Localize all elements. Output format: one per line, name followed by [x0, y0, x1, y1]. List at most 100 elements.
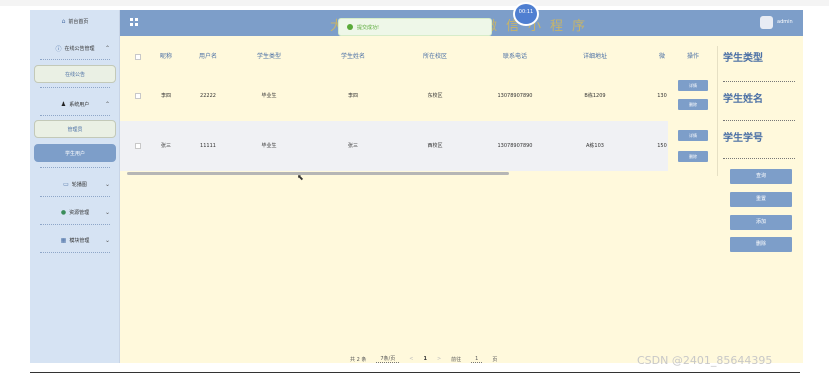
grid-icon: ▦ [60, 236, 67, 244]
cell-wx: 150 [657, 143, 667, 149]
sidebar-group-announcements[interactable]: ⓘ 在线公告管理 ⌃ [30, 38, 120, 58]
avatar[interactable] [760, 16, 773, 29]
browser-edge [0, 0, 829, 6]
chevron-up-icon: ⌃ [104, 44, 110, 52]
cell-username: 22222 [200, 93, 216, 99]
sidebar-item-home[interactable]: ⌂ 前台首页 [30, 11, 120, 31]
sidebar-item-label: 学生用户 [64, 150, 85, 157]
table-header: 昵称 用户名 学生类型 学生姓名 所在校区 联系电话 详细地址 微 [120, 46, 668, 68]
chevron-down-icon: ⌄ [104, 208, 110, 216]
leaf-icon: ● [60, 208, 67, 216]
sidebar-item-label: 在线公告 [64, 71, 85, 78]
main-content: 昵称 用户名 学生类型 学生姓名 所在校区 联系电话 详细地址 微 李四 222… [120, 36, 803, 363]
divider [40, 252, 110, 253]
sidebar-group-carousel[interactable]: ▭ 轮播图 ⌄ [30, 174, 120, 194]
filter-input-type[interactable] [723, 81, 795, 82]
detail-button[interactable]: 详情 [678, 130, 708, 141]
detail-button[interactable]: 详情 [678, 80, 708, 91]
cell-nickname: 张三 [160, 143, 171, 149]
table-row: 张三 11111 毕业生 张三 西校区 13078907890 A栋103 15… [120, 121, 668, 171]
col-address: 详细地址 [582, 53, 607, 60]
reset-button[interactable]: 重置 [730, 192, 792, 207]
sidebar-group-modules[interactable]: ▦ 模块管理 ⌄ [30, 230, 120, 250]
cell-campus: 东校区 [427, 93, 443, 99]
chevron-up-icon: ⌃ [104, 100, 110, 108]
home-icon: ⌂ [61, 17, 66, 25]
sidebar-item-announcements[interactable]: 在线公告 [34, 65, 116, 83]
user-icon: ♟ [60, 100, 67, 108]
sidebar-group-label: 系统用户 [69, 101, 90, 108]
table-row: 李四 22222 毕业生 李四 东校区 13078907890 B栋1209 1… [120, 71, 668, 121]
delete-button[interactable]: 删除 [678, 151, 708, 162]
divider [40, 196, 110, 197]
timer-badge: 00:11 [513, 2, 539, 26]
username-label[interactable]: admin [777, 19, 793, 25]
chevron-down-icon: ⌄ [104, 180, 110, 188]
goto-label: 前往 [451, 356, 462, 363]
sidebar-item-admins[interactable]: 管理员 [34, 120, 116, 138]
col-phone: 联系电话 [502, 53, 527, 60]
ops-column: 操作 详情 删除 详情 删除 [668, 46, 718, 176]
col-username: 用户名 [198, 53, 217, 60]
cell-username: 11111 [200, 143, 216, 149]
filter-label-name: 学生姓名 [723, 94, 763, 105]
image-icon: ▭ [63, 180, 69, 188]
page-size-select[interactable]: 7条/页 [376, 355, 400, 363]
cell-campus: 西校区 [427, 143, 443, 149]
filter-input-id[interactable] [723, 158, 795, 159]
sidebar-group-label: 资源管理 [69, 209, 90, 216]
row-checkbox[interactable] [135, 93, 141, 99]
pagination: 共 2 条 7条/页 < 1 > 前往 1 页 [350, 354, 497, 364]
cell-phone: 13078907890 [497, 143, 533, 149]
bottom-divider [30, 372, 800, 373]
cell-type: 毕业生 [261, 93, 277, 99]
cell-wx: 130 [657, 93, 667, 99]
toast-message: 提交成功! [357, 24, 380, 31]
check-circle-icon [347, 24, 353, 30]
page-unit-label: 页 [492, 356, 498, 363]
prev-page-button[interactable]: < [409, 356, 413, 362]
sidebar-group-users[interactable]: ♟ 系统用户 ⌃ [30, 94, 120, 114]
cell-name: 李四 [347, 93, 358, 99]
query-button[interactable]: 查询 [730, 169, 792, 184]
row-checkbox[interactable] [135, 143, 141, 149]
watermark: CSDN @2401_85644395 [637, 354, 773, 367]
col-ops: 操作 [686, 53, 699, 60]
sidebar-item-label: 管理员 [67, 126, 83, 133]
col-type: 学生类型 [256, 53, 281, 60]
filter-label-id: 学生学号 [723, 133, 763, 144]
horizontal-scrollbar[interactable] [127, 172, 509, 175]
divider [40, 115, 110, 116]
col-name: 学生姓名 [340, 53, 365, 60]
col-wx: 微 [658, 53, 665, 60]
search-panel: 学生类型 学生姓名 学生学号 查询 重置 添加 删除 [720, 46, 803, 252]
select-all-checkbox[interactable] [135, 54, 141, 60]
next-page-button[interactable]: > [437, 356, 441, 362]
batch-delete-button[interactable]: 删除 [730, 237, 792, 252]
page-number-current[interactable]: 1 [423, 356, 426, 362]
sidebar-item-students[interactable]: 学生用户 [34, 144, 116, 162]
sidebar-home-label: 前台首页 [68, 18, 89, 25]
info-icon: ⓘ [55, 45, 62, 53]
sidebar-group-label: 模块管理 [69, 237, 90, 244]
sidebar: ⌂ 前台首页 ⓘ 在线公告管理 ⌃ 在线公告 ♟ 系统用户 ⌃ 管理员 学生用户… [30, 10, 120, 363]
add-button[interactable]: 添加 [730, 215, 792, 230]
col-campus: 所在校区 [422, 53, 447, 60]
col-nickname: 昵称 [159, 53, 172, 60]
sidebar-group-label: 在线公告管理 [64, 45, 95, 52]
cell-address: A栋103 [586, 143, 604, 149]
chevron-down-icon: ⌄ [104, 236, 110, 244]
divider [40, 167, 110, 168]
pager-total: 共 2 条 [350, 356, 367, 363]
menu-grid-icon[interactable] [130, 18, 138, 26]
sidebar-group-label: 轮播图 [71, 181, 87, 188]
goto-page-input[interactable]: 1 [471, 356, 483, 363]
cell-address: B栋1209 [584, 93, 606, 99]
cell-type: 毕业生 [261, 143, 277, 149]
delete-button[interactable]: 删除 [678, 99, 708, 110]
cell-nickname: 李四 [160, 93, 171, 99]
filter-input-name[interactable] [723, 120, 795, 121]
success-toast: 提交成功! [338, 18, 492, 36]
cell-phone: 13078907890 [497, 93, 533, 99]
sidebar-group-resources[interactable]: ● 资源管理 ⌄ [30, 202, 120, 222]
